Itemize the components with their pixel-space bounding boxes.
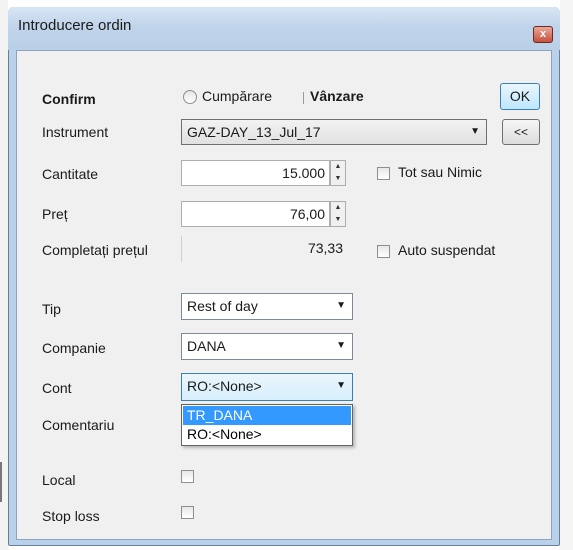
instrument-label: Instrument [42,124,109,140]
auto-suspend-label[interactable]: Auto suspendat [398,242,495,258]
type-label: Tip [42,301,61,317]
buy-radio[interactable] [183,90,197,104]
instrument-select[interactable]: GAZ-DAY_13_Jul_17 ▼ [181,119,487,145]
chevron-down-icon: ▼ [470,126,480,137]
type-value: Rest of day [187,298,258,314]
account-label: Cont [42,380,72,396]
all-or-none-label[interactable]: Tot sau Nimic [398,164,482,180]
chevron-down-icon: ▼ [336,340,346,351]
account-dropdown-list: TR_DANA RO:<None> [181,404,353,446]
quantity-label: Cantitate [42,166,99,182]
stop-loss-label: Stop loss [42,508,100,524]
sell-radio-edge [303,92,304,104]
close-button[interactable]: x [533,26,553,43]
price-label: Preț [42,206,68,222]
close-icon: x [539,28,547,40]
instrument-value: GAZ-DAY_13_Jul_17 [187,124,321,140]
stepper-up-icon[interactable]: ▲ [331,202,345,213]
instrument-back-button[interactable]: << [502,119,540,145]
ok-button[interactable]: OK [500,83,540,110]
stop-loss-checkbox[interactable] [181,506,194,519]
chevron-down-icon: ▼ [336,300,346,311]
stepper-down-icon[interactable]: ▼ [331,173,345,184]
price-stepper[interactable]: ▲ ▼ [330,201,346,227]
account-option-tr-dana[interactable]: TR_DANA [183,406,351,425]
background-window-edge-right [560,0,573,550]
local-label: Local [42,472,76,488]
stepper-up-icon[interactable]: ▲ [331,161,345,172]
company-value: DANA [187,338,226,354]
account-select[interactable]: RO:<None> ▼ [181,373,353,401]
price-input[interactable]: 76,00 [181,201,330,227]
chevron-down-icon: ▼ [336,380,346,391]
comment-label: Comentariu [42,417,115,433]
fill-price-value: 73,33 [181,236,347,262]
stepper-down-icon[interactable]: ▼ [331,214,345,225]
company-select[interactable]: DANA ▼ [181,333,353,360]
type-select[interactable]: Rest of day ▼ [181,293,353,320]
account-value: RO:<None> [187,378,262,394]
company-label: Companie [42,340,106,356]
quantity-input[interactable]: 15.000 [181,160,330,186]
quantity-stepper[interactable]: ▲ ▼ [330,160,346,186]
fill-price-label: Completați prețul [42,242,148,258]
account-option-ro-none[interactable]: RO:<None> [183,425,351,444]
buy-label[interactable]: Cumpărare [202,88,272,104]
local-checkbox[interactable] [181,470,194,483]
window-title: Introducere ordin [18,17,132,34]
auto-suspend-checkbox[interactable] [377,245,390,258]
all-or-none-checkbox[interactable] [377,167,390,180]
sell-label[interactable]: Vânzare [310,88,364,104]
confirm-label: Confirm [42,91,96,107]
